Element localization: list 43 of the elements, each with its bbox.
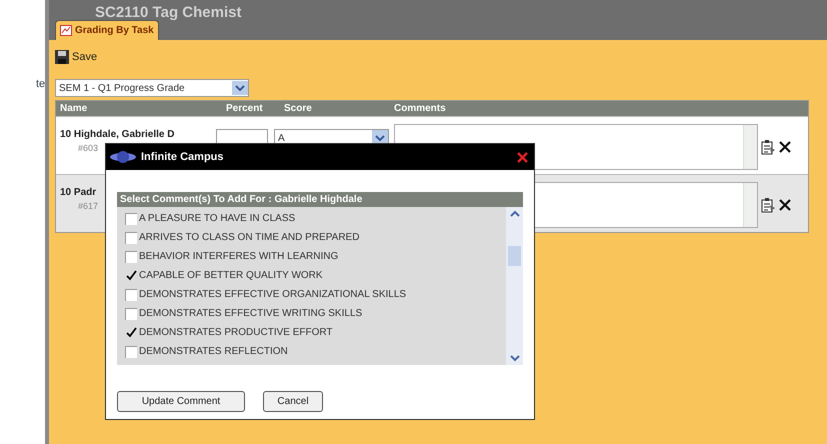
- column-header: Percent: [226, 102, 264, 116]
- student-id: #603: [78, 142, 98, 155]
- comment-option[interactable]: CAPABLE OF BETTER QUALITY WORK: [139, 268, 323, 283]
- side-label: te: [36, 77, 45, 92]
- dialog-button[interactable]: Cancel: [263, 391, 323, 412]
- close-icon[interactable]: [778, 198, 792, 212]
- checkbox[interactable]: [125, 232, 137, 244]
- checkbox[interactable]: [125, 308, 137, 320]
- dialog-button[interactable]: Update Comment: [117, 391, 245, 412]
- comment-option[interactable]: ARRIVES TO CLASS ON TIME AND PREPARED: [139, 230, 360, 245]
- column-header: Score: [284, 102, 313, 116]
- student-name: 10 Padr: [60, 186, 96, 200]
- close-icon[interactable]: [778, 140, 792, 154]
- task-select[interactable]: SEM 1 - Q1 Progress Grade: [55, 79, 249, 97]
- chart-icon: [60, 25, 72, 36]
- tab[interactable]: Grading By Task: [55, 20, 159, 40]
- column-header: Name: [59, 102, 88, 116]
- column-header: Comments: [394, 102, 447, 116]
- comment-option[interactable]: DEMONSTRATES PRODUCTIVE EFFORT: [139, 325, 333, 340]
- scrollbar[interactable]: [506, 207, 523, 365]
- scroll-down-icon[interactable]: [508, 353, 520, 363]
- checkbox[interactable]: [125, 212, 137, 224]
- checkbox[interactable]: [125, 250, 137, 262]
- checkbox[interactable]: [125, 270, 137, 282]
- scrollbar-thumb[interactable]: [508, 246, 521, 266]
- globe-icon: [109, 149, 137, 165]
- clipboard-icon[interactable]: [760, 138, 776, 154]
- student-name: 10 Highdale, Gabrielle D: [60, 128, 174, 142]
- comment-option[interactable]: DEMONSTRATES EFFECTIVE WRITING SKILLS: [139, 306, 362, 321]
- list-header: Select Comment(s) To Add For : Gabrielle Highdale: [117, 192, 523, 207]
- checkbox[interactable]: [125, 288, 137, 300]
- scroll-up-icon[interactable]: [508, 209, 520, 219]
- comment-option[interactable]: A PLEASURE TO HAVE IN CLASS: [139, 211, 296, 226]
- checkbox[interactable]: [125, 346, 137, 358]
- comment-option[interactable]: BEHAVIOR INTERFERES WITH LEARNING: [139, 249, 338, 264]
- save-button[interactable]: Save: [55, 48, 98, 66]
- clipboard-icon[interactable]: [760, 196, 776, 212]
- comment-option[interactable]: DEMONSTRATES REFLECTION: [139, 344, 288, 359]
- comment-option[interactable]: DEMONSTRATES EFFECTIVE ORGANIZATIONAL SKILLS: [139, 287, 406, 302]
- checkbox[interactable]: [125, 326, 137, 338]
- student-id: #617: [78, 200, 98, 213]
- page-title: SC2110 Tag Chemist: [95, 5, 242, 20]
- dialog-title: Infinite Campus: [141, 150, 225, 165]
